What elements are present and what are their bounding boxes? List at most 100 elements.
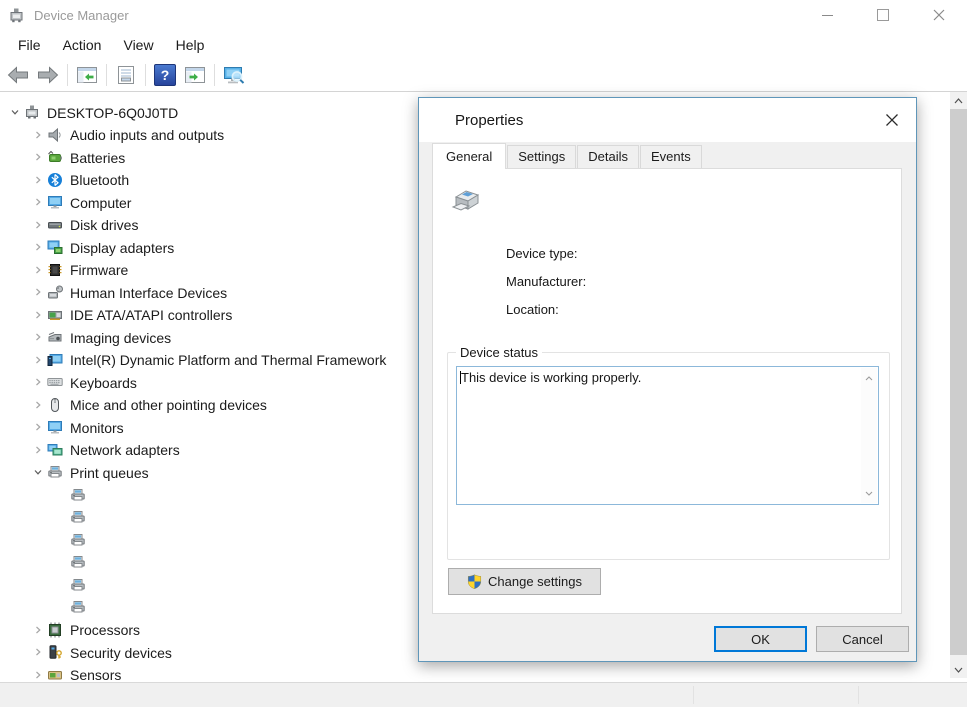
- show-console-tree-button[interactable]: [72, 62, 102, 89]
- sensor-icon: [47, 667, 64, 682]
- expand-chevron-icon[interactable]: [29, 397, 47, 413]
- printer-icon: [70, 599, 87, 615]
- toolbar-separator: [145, 64, 146, 86]
- printer-icon: [47, 464, 64, 480]
- action-pane-button[interactable]: [180, 62, 210, 89]
- chevron-spacer: [52, 532, 70, 548]
- forward-button[interactable]: [33, 62, 63, 89]
- firmware-chip-icon: [47, 262, 64, 278]
- menu-view[interactable]: View: [112, 33, 164, 57]
- printer-icon: [70, 487, 87, 503]
- expand-chevron-icon[interactable]: [29, 149, 47, 165]
- expand-chevron-icon[interactable]: [29, 442, 47, 458]
- expand-chevron-icon[interactable]: [29, 172, 47, 188]
- toolbar: ?: [0, 59, 967, 92]
- expand-chevron-icon[interactable]: [29, 644, 47, 660]
- expand-chevron-icon[interactable]: [29, 622, 47, 638]
- help-button[interactable]: ?: [150, 62, 180, 89]
- tab-general[interactable]: General: [432, 143, 506, 169]
- location-label: Location:: [506, 302, 559, 317]
- expand-chevron-icon[interactable]: [29, 217, 47, 233]
- processor-icon: [47, 622, 64, 638]
- dialog-close-button[interactable]: [878, 106, 906, 134]
- close-icon: [933, 9, 945, 21]
- expand-chevron-icon[interactable]: [29, 284, 47, 300]
- tree-item-label: Keyboards: [70, 374, 137, 391]
- menu-file[interactable]: File: [7, 33, 52, 57]
- toolbar-separator: [214, 64, 215, 86]
- dialog-title: Properties: [455, 112, 523, 129]
- printer-icon: [70, 532, 87, 548]
- action-pane-icon: [184, 65, 206, 85]
- device-status-text: This device is working properly.: [457, 367, 878, 388]
- tree-item-label: Security devices: [70, 644, 172, 661]
- expand-chevron-icon[interactable]: [29, 329, 47, 345]
- expand-chevron-icon[interactable]: [29, 194, 47, 210]
- maximize-icon: [877, 9, 889, 21]
- expand-chevron-icon[interactable]: [29, 262, 47, 278]
- scroll-down-icon[interactable]: [861, 485, 877, 501]
- tab-details[interactable]: Details: [577, 145, 639, 168]
- scroll-up-icon[interactable]: [861, 370, 877, 386]
- change-settings-button[interactable]: Change settings: [448, 568, 601, 595]
- ide-controller-icon: [47, 307, 64, 323]
- tree-item-label: Bluetooth: [70, 171, 129, 188]
- tree-item-label: Disk drives: [70, 216, 138, 233]
- close-button[interactable]: [911, 0, 967, 30]
- menu-bar: File Action View Help: [0, 30, 967, 59]
- mouse-icon: [47, 397, 64, 413]
- device-manager-app-icon: [8, 7, 25, 24]
- expand-chevron-icon[interactable]: [29, 307, 47, 323]
- intel-platform-icon: [47, 352, 64, 368]
- device-type-label: Device type:: [506, 246, 578, 261]
- expand-chevron-icon[interactable]: [29, 127, 47, 143]
- keyboard-icon: [47, 374, 64, 390]
- dialog-tabs: General Settings Details Events: [419, 142, 916, 168]
- tree-item-label: Mice and other pointing devices: [70, 396, 267, 413]
- tree-item-label: Human Interface Devices: [70, 284, 227, 301]
- tree-item-label: Display adapters: [70, 239, 174, 256]
- back-button[interactable]: [3, 62, 33, 89]
- properties-pane-icon: [115, 65, 137, 85]
- imaging-icon: [47, 329, 64, 345]
- tree-item-label: Firmware: [70, 261, 128, 278]
- cancel-button[interactable]: Cancel: [816, 626, 909, 652]
- properties-pane-button[interactable]: [111, 62, 141, 89]
- device-status-textbox[interactable]: This device is working properly.: [456, 366, 879, 505]
- scroll-down-button[interactable]: [950, 661, 967, 678]
- maximize-button[interactable]: [855, 0, 911, 30]
- expand-chevron-icon[interactable]: [29, 239, 47, 255]
- scan-for-hardware-changes-icon: [222, 65, 246, 85]
- tree-item-label: IDE ATA/ATAPI controllers: [70, 306, 232, 323]
- monitor-icon: [47, 194, 64, 210]
- uac-shield-icon: [467, 574, 482, 589]
- tree-item-sensors[interactable]: Sensors: [0, 664, 949, 683]
- scan-for-hardware-changes-button[interactable]: [219, 62, 249, 89]
- expand-chevron-icon[interactable]: [29, 667, 47, 682]
- status-bar-divider: [858, 686, 859, 704]
- chevron-spacer: [52, 577, 70, 593]
- textbox-scrollbar[interactable]: [861, 368, 877, 503]
- change-settings-label: Change settings: [488, 574, 582, 589]
- chevron-spacer: [52, 487, 70, 503]
- general-tab-page: Device type: Manufacturer: Location: Dev…: [432, 168, 902, 614]
- menu-help[interactable]: Help: [165, 33, 216, 57]
- expand-chevron-icon[interactable]: [29, 374, 47, 390]
- vertical-scrollbar[interactable]: [950, 92, 967, 678]
- tab-settings[interactable]: Settings: [507, 145, 576, 168]
- ok-button[interactable]: OK: [714, 626, 807, 652]
- scroll-up-button[interactable]: [950, 92, 967, 109]
- dialog-title-bar: Properties: [419, 98, 916, 142]
- menu-action[interactable]: Action: [52, 33, 113, 57]
- tab-events[interactable]: Events: [640, 145, 702, 168]
- expand-chevron-icon[interactable]: [29, 419, 47, 435]
- window-controls: [799, 0, 967, 30]
- scrollbar-thumb[interactable]: [950, 109, 967, 655]
- tree-item-label: Intel(R) Dynamic Platform and Thermal Fr…: [70, 351, 386, 368]
- minimize-button[interactable]: [799, 0, 855, 30]
- collapse-chevron-icon[interactable]: [6, 104, 24, 120]
- manufacturer-label: Manufacturer:: [506, 274, 586, 289]
- tree-item-label: Batteries: [70, 149, 125, 166]
- expand-chevron-icon[interactable]: [29, 352, 47, 368]
- collapse-chevron-icon[interactable]: [29, 464, 47, 480]
